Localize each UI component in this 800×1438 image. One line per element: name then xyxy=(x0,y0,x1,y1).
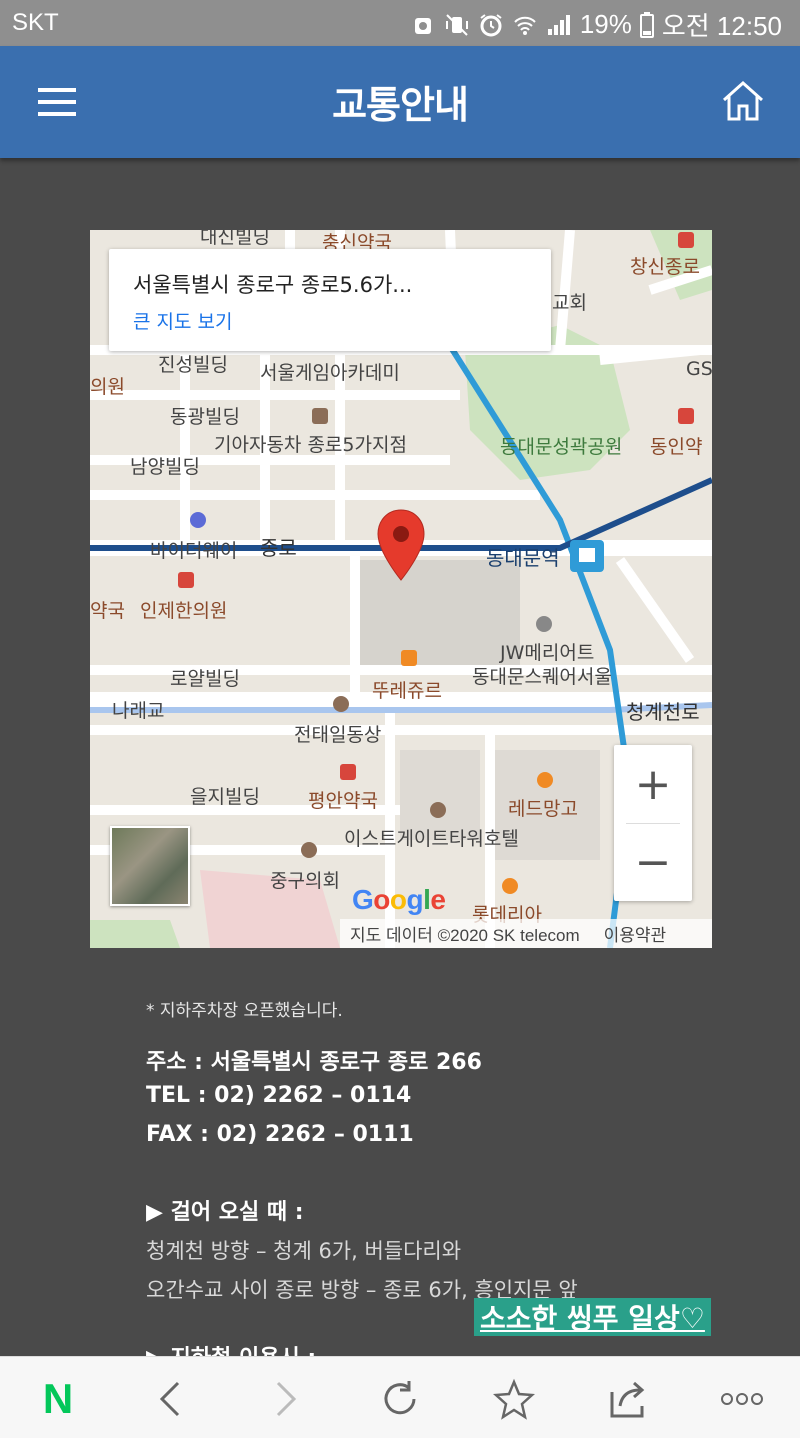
watermark-badge: 소소한 씽푸 일상♡ xyxy=(474,1298,711,1336)
alarm-icon xyxy=(478,10,504,40)
tel-text[interactable]: TEL : 02) 2262 – 0114 xyxy=(146,1083,411,1108)
bookmark-button[interactable] xyxy=(486,1371,542,1427)
more-button[interactable] xyxy=(714,1371,770,1427)
map-label: 동광빌딩 xyxy=(170,406,240,428)
map-label: 전태일동상 xyxy=(294,724,382,746)
map-embed[interactable]: 대신빌딩 충신약국 창신종로 교회 진성빌딩 서울게임아카데미 의원 GS 동광… xyxy=(90,230,712,948)
government-marker xyxy=(301,842,317,858)
map-label: 창신종로 xyxy=(630,256,700,278)
zoom-control: + − xyxy=(614,745,692,901)
map-label: 레드망고 xyxy=(508,798,578,820)
map-label: 의원 xyxy=(90,376,125,398)
map-label: 기아자동차 종로5가지점 xyxy=(214,434,407,456)
share-icon xyxy=(610,1381,645,1418)
walk-directions-line: 청계천 방향 – 청계 6가, 버들다리와 xyxy=(146,1239,462,1263)
fax-text: FAX : 02) 2262 – 0111 xyxy=(146,1122,414,1147)
naver-home-button[interactable]: N xyxy=(30,1371,86,1427)
star-icon xyxy=(493,1378,535,1420)
map-label: 대신빌딩 xyxy=(200,230,270,248)
terms-link[interactable]: 이용약관 xyxy=(604,921,667,946)
home-button[interactable] xyxy=(720,78,766,124)
hotel-marker xyxy=(536,616,552,632)
map-label: 약국 xyxy=(90,600,125,622)
address-text: 주소 : 서울특별시 종로구 종로 266 xyxy=(146,1050,482,1075)
notification-icon xyxy=(410,10,436,40)
chevron-right-icon xyxy=(276,1381,297,1417)
map-label: 남양빌딩 xyxy=(130,456,200,478)
signal-icon xyxy=(546,10,572,40)
map-info-window: 서울특별시 종로구 종로5.6가... 큰 지도 보기 xyxy=(109,249,551,351)
map-label: 이스트게이트타워호텔 xyxy=(344,828,519,850)
satellite-toggle-button[interactable] xyxy=(110,826,190,906)
battery-icon xyxy=(639,10,654,40)
share-button[interactable] xyxy=(600,1371,656,1427)
map-label: 종로 xyxy=(260,536,297,560)
hotel-marker xyxy=(430,802,446,818)
clock: 오전 12:50 xyxy=(661,11,782,41)
app-header: 교통안내 xyxy=(0,46,800,158)
refresh-button[interactable] xyxy=(372,1371,428,1427)
map-label: 동대문성곽공원 xyxy=(500,436,623,458)
wifi-icon xyxy=(512,10,538,40)
clinic-marker xyxy=(178,572,194,588)
home-icon xyxy=(722,80,764,121)
status-icons: 19% 오전 12:50 xyxy=(410,6,782,43)
restaurant-marker xyxy=(537,772,553,788)
google-logo: Google xyxy=(352,884,446,915)
map-label: 나래교 xyxy=(112,700,165,722)
more-dots-icon xyxy=(721,1393,763,1405)
shop-marker xyxy=(312,408,328,424)
map-label: 로얄빌딩 xyxy=(170,668,240,690)
map-label: 뚜레쥬르 xyxy=(372,680,442,702)
map-label: 을지빌딩 xyxy=(190,786,260,808)
pharmacy-marker xyxy=(340,764,356,780)
location-pin-icon[interactable] xyxy=(376,508,426,582)
shop-marker xyxy=(190,512,206,528)
refresh-icon xyxy=(384,1381,416,1415)
info-address: 서울특별시 종로구 종로5.6가... xyxy=(133,273,413,297)
naver-logo: N xyxy=(42,1375,74,1422)
restaurant-marker xyxy=(502,878,518,894)
vibrate-mute-icon xyxy=(444,10,470,40)
map-attribution: 지도 데이터 ©2020 SK telecom 이용약관 xyxy=(340,919,712,948)
chevron-left-icon xyxy=(159,1381,180,1417)
map-label: 교회 xyxy=(552,292,587,314)
hospital-marker xyxy=(678,408,694,424)
forward-button[interactable] xyxy=(258,1371,314,1427)
map-label: 동인약 xyxy=(650,436,703,458)
walk-heading: ▶ 걸어 오실 때 : xyxy=(146,1200,304,1225)
map-label: 중구의회 xyxy=(270,870,340,892)
back-button[interactable] xyxy=(142,1371,198,1427)
map-label: JW메리어트 xyxy=(500,642,595,664)
browser-bottom-bar: N xyxy=(0,1356,800,1438)
zoom-in-button[interactable]: + xyxy=(614,745,692,823)
carrier-label: SKT xyxy=(12,9,59,36)
map-label: 동대문역 xyxy=(486,546,560,570)
view-larger-map-link[interactable]: 큰 지도 보기 xyxy=(133,307,232,334)
hospital-marker xyxy=(678,232,694,248)
monument-marker xyxy=(333,696,349,712)
status-bar: SKT 19% 오전 12:50 xyxy=(0,0,800,46)
page-title: 교통안내 xyxy=(332,83,469,127)
cafe-marker xyxy=(401,650,417,666)
map-label: 바이더웨이 xyxy=(150,540,238,562)
map-label: 평안약국 xyxy=(308,790,378,812)
parking-notice: * 지하주차장 오픈했습니다. xyxy=(146,1001,343,1021)
map-label: GS xyxy=(686,358,712,380)
zoom-out-button[interactable]: − xyxy=(614,823,692,901)
map-label: 서울게임아카데미 xyxy=(260,362,400,384)
battery-percent: 19% xyxy=(579,9,632,39)
map-label: 동대문스퀘어서울 xyxy=(472,666,612,688)
map-data-credit: 지도 데이터 ©2020 SK telecom xyxy=(350,926,580,945)
map-label: 인제한의원 xyxy=(140,600,228,622)
map-label: 진성빌딩 xyxy=(158,354,228,376)
map-label: 청계천로 xyxy=(626,700,700,724)
